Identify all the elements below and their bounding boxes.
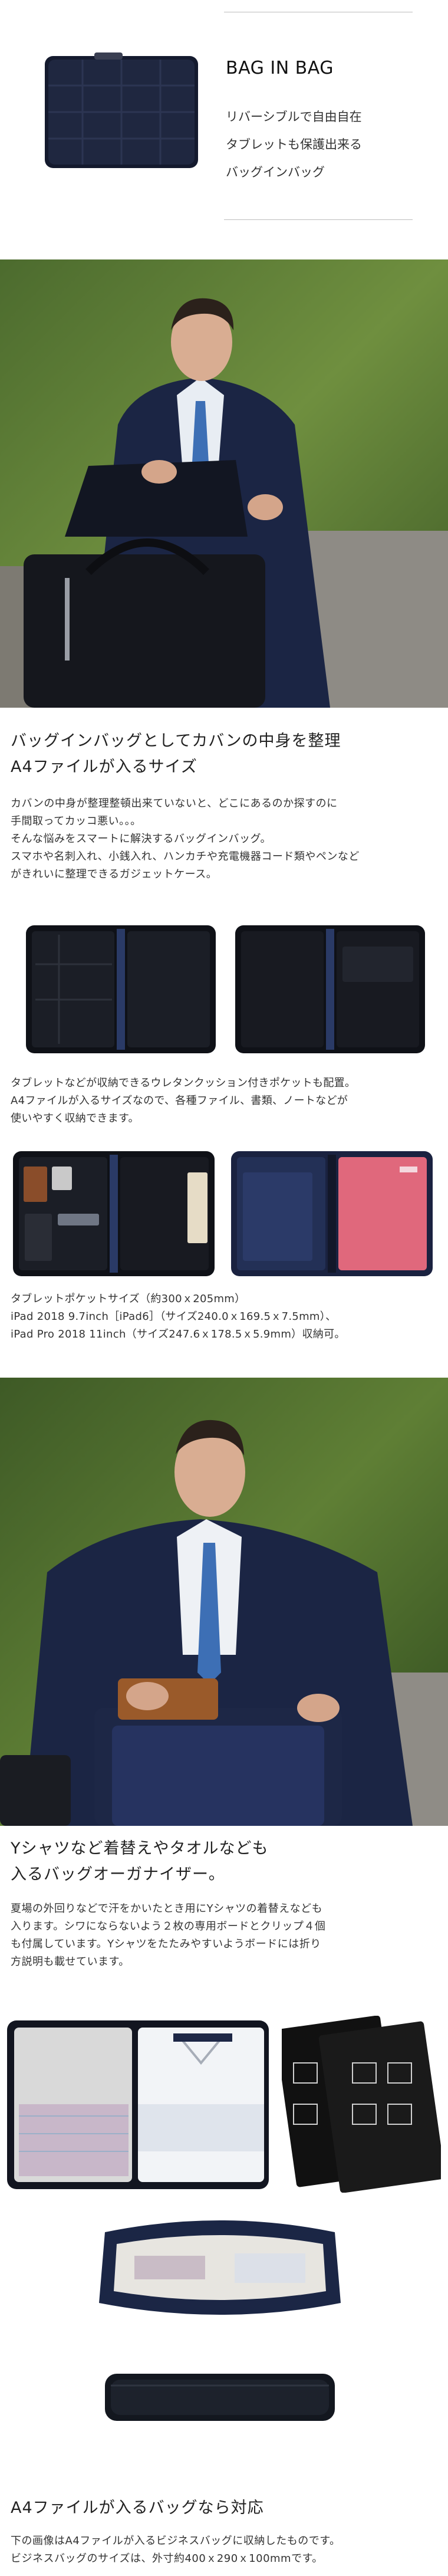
closed-organizer-image (99, 2362, 341, 2433)
section1-body-line-3: そんな悩みをスマートに解決するバッグインバッグ。 (11, 833, 272, 845)
section3-body-line-2: ビジネスバッグのサイズは、外寸約400ｘ290ｘ100mmです。 (11, 2552, 323, 2565)
section1-heading-line-2: A4ファイルが入るサイズ (11, 758, 197, 776)
section3-body-line-1: 下の画像はA4ファイルが入るビジネスバッグに収納したものです。 (11, 2535, 341, 2547)
folding-boards-image (275, 2015, 446, 2193)
header-bottom-rule (224, 219, 413, 220)
caption-1-line-3: 使いやすく収納できます。 (11, 1112, 139, 1125)
header-title: BAG IN BAG (226, 58, 334, 78)
organizer-filled-right-image (229, 1149, 435, 1279)
section2-body-line-2: 入ります。シワにならないよう２枚の専用ボードとクリップ４個 (11, 1920, 326, 1933)
section2-heading-line-2: 入るバッグオーガナイザー。 (11, 1865, 225, 1884)
organizer-filled-left-image (11, 1149, 217, 1279)
section2-body-line-4: 方説明も載せています。 (11, 1956, 130, 1968)
caption-2-line-3: iPad Pro 2018 11inch（サイズ247.6ｘ178.5ｘ5.9m… (11, 1328, 345, 1340)
section1-body-line-5: がきれいに整理できるガジェットケース。 (11, 868, 218, 880)
caption-1-line-2: A4ファイルが入るサイズなので、各種ファイル、書類、ノートなどが (11, 1095, 348, 1107)
photo-man-with-bag-2 (0, 1378, 448, 1826)
header-tagline-line-1: リバーシブルで自由自在 (226, 110, 362, 124)
organizer-with-shirt-image (5, 2016, 271, 2193)
organizer-open-right-image (233, 923, 427, 1056)
header-tagline-line-3: バッグインバッグ (226, 165, 325, 179)
photo-man-with-bag-1 (0, 259, 448, 708)
section2-body-line-3: も付属しています。Yシャツをたたみやすいようボードには折り (11, 1938, 321, 1950)
section2-body: 夏場の外回りなどで汗をかいたとき用にYシャツの着替えなども 入ります。シワになら… (11, 1900, 325, 1971)
section1-caption-1: タブレットなどが収納できるウレタンクッション付きポケットも配置。 A4ファイルが… (11, 1075, 355, 1128)
product-page: { "header": { "title": "BAG IN BAG", "ta… (0, 0, 448, 2576)
caption-2-line-2: iPad 2018 9.7inch［iPad6］（サイズ240.0ｘ169.5ｘ… (11, 1310, 337, 1323)
section3-heading: A4ファイルが入るバッグなら対応 (11, 2499, 264, 2517)
section1-heading-line-1: バッグインバッグとしてカバンの中身を整理 (11, 732, 341, 750)
section1-body-line-4: スマホや名刺入れ、小銭入れ、ハンカチや充電機器コード類やペンなど (11, 850, 360, 863)
header-tagline-line-2: タブレットも保護出来る (226, 137, 362, 152)
section2-heading-line-1: Yシャツなど着替えやタオルなども (11, 1839, 269, 1858)
section2-body-line-1: 夏場の外回りなどで汗をかいたとき用にYシャツの着替えなども (11, 1903, 323, 1915)
caption-2-line-1: タブレットポケットサイズ（約300ｘ205mm） (11, 1293, 246, 1305)
section1-caption-2: タブレットポケットサイズ（約300ｘ205mm） iPad 2018 9.7in… (11, 1290, 345, 1343)
section1-body-line-1: カバンの中身が整理整頓出来ていないと、どこにあるのか探すのに (11, 797, 338, 810)
header-bag-image (41, 50, 202, 174)
packed-organizer-image (93, 2209, 347, 2327)
section3-body: 下の画像はA4ファイルが入るビジネスバッグに収納したものです。 ビジネスバッグの… (11, 2532, 340, 2568)
section1-body-line-2: 手間取ってカッコ悪い。。。 (11, 815, 141, 827)
caption-1-line-1: タブレットなどが収納できるウレタンクッション付きポケットも配置。 (11, 1077, 356, 1089)
organizer-open-left-image (24, 923, 218, 1056)
section1-body: カバンの中身が整理整頓出来ていないと、どこにあるのか探すのに 手間取ってカッコ悪… (11, 795, 360, 883)
